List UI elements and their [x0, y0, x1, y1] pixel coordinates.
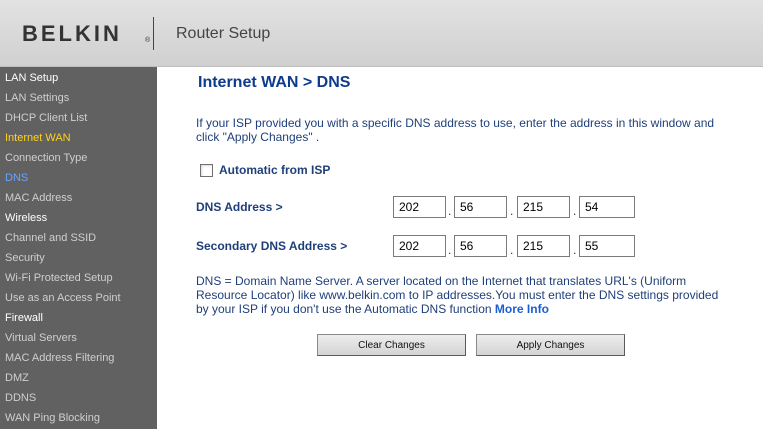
- octet-separator: .: [448, 243, 452, 257]
- more-info-link[interactable]: More Info: [495, 302, 549, 316]
- sidebar-item-lan-setup[interactable]: LAN Setup: [5, 72, 58, 84]
- note-line-text: by your ISP if you don't use the Automat…: [196, 302, 492, 316]
- secondary-dns-octet-1-input[interactable]: 202: [393, 235, 446, 257]
- octet-separator: .: [573, 243, 577, 257]
- dns-octet-2-input[interactable]: 56: [454, 196, 507, 218]
- dns-octet-3-input[interactable]: 215: [517, 196, 570, 218]
- app-title: Router Setup: [176, 25, 271, 42]
- intro-line: click "Apply Changes" .: [196, 130, 320, 144]
- sidebar-item-mac-filtering[interactable]: MAC Address Filtering: [5, 352, 114, 364]
- note-line: Resource Locator) like www.belkin.com to…: [196, 288, 719, 302]
- clear-changes-button[interactable]: Clear Changes: [317, 334, 466, 356]
- header-bar: BELKIN ® Router Setup: [0, 0, 763, 67]
- sidebar-item-ddns[interactable]: DDNS: [5, 392, 36, 404]
- note-line: DNS = Domain Name Server. A server locat…: [196, 274, 687, 288]
- octet-separator: .: [510, 243, 514, 257]
- sidebar-item-dns[interactable]: DNS: [5, 172, 28, 184]
- sidebar-item-wireless[interactable]: Wireless: [5, 212, 47, 224]
- secondary-dns-octet-2-input[interactable]: 56: [454, 235, 507, 257]
- belkin-logo: BELKIN: [22, 21, 122, 46]
- octet-separator: .: [448, 204, 452, 218]
- sidebar-item-internet-wan[interactable]: Internet WAN: [5, 132, 71, 144]
- dns-octet-1-input[interactable]: 202: [393, 196, 446, 218]
- sidebar-item-wan-ping-blocking[interactable]: WAN Ping Blocking: [5, 412, 100, 424]
- dns-explanation-text: DNS = Domain Name Server. A server locat…: [196, 274, 746, 316]
- sidebar-item-connection-type[interactable]: Connection Type: [5, 152, 87, 164]
- intro-text: If your ISP provided you with a specific…: [196, 116, 746, 144]
- sidebar-item-security[interactable]: Security: [5, 252, 45, 264]
- dns-octet-4-input[interactable]: 54: [579, 196, 635, 218]
- sidebar-item-channel-ssid[interactable]: Channel and SSID: [5, 232, 96, 244]
- automatic-from-isp-checkbox[interactable]: [200, 163, 213, 177]
- sidebar-item-lan-settings[interactable]: LAN Settings: [5, 92, 69, 104]
- header-divider: [153, 17, 154, 50]
- intro-line: If your ISP provided you with a specific…: [196, 116, 715, 130]
- automatic-from-isp-row: Automatic from ISP: [200, 163, 330, 177]
- sidebar-item-access-point[interactable]: Use as an Access Point: [5, 292, 121, 304]
- sidebar-item-virtual-servers[interactable]: Virtual Servers: [5, 332, 77, 344]
- sidebar-item-wifi-protected-setup[interactable]: Wi-Fi Protected Setup: [5, 272, 113, 284]
- octet-separator: .: [573, 204, 577, 218]
- dns-address-label: DNS Address >: [196, 200, 283, 214]
- main-content: Internet WAN > DNS If your ISP provided …: [157, 67, 763, 429]
- octet-separator: .: [510, 204, 514, 218]
- sidebar-nav: LAN Setup LAN Settings DHCP Client List …: [0, 67, 157, 429]
- secondary-dns-octet-3-input[interactable]: 215: [517, 235, 570, 257]
- secondary-dns-address-label: Secondary DNS Address >: [196, 239, 348, 253]
- automatic-from-isp-label: Automatic from ISP: [219, 163, 331, 177]
- registered-mark: ®: [145, 37, 151, 44]
- sidebar-item-mac-address[interactable]: MAC Address: [5, 192, 72, 204]
- page-title: Internet WAN > DNS: [198, 74, 351, 91]
- note-line: by your ISP if you don't use the Automat…: [196, 302, 746, 316]
- secondary-dns-octet-4-input[interactable]: 55: [579, 235, 635, 257]
- sidebar-item-dmz[interactable]: DMZ: [5, 372, 29, 384]
- sidebar-item-firewall[interactable]: Firewall: [5, 312, 43, 324]
- sidebar-item-dhcp-client-list[interactable]: DHCP Client List: [5, 112, 87, 124]
- apply-changes-button[interactable]: Apply Changes: [476, 334, 625, 356]
